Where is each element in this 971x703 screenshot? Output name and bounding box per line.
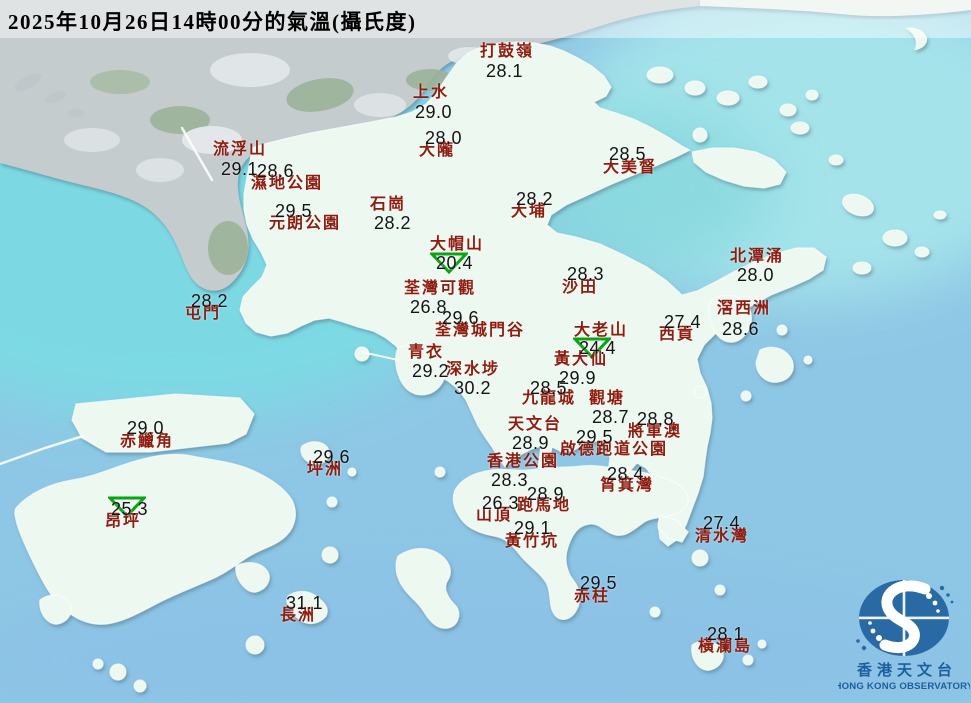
weather-station: 28.3沙田: [0, 0, 971, 700]
station-temperature-value[interactable]: 28.1: [486, 62, 523, 80]
station-temperature-value[interactable]: 29.5: [275, 202, 312, 220]
station-temperature-value[interactable]: 28.6: [722, 320, 759, 338]
weather-station: 28.1橫瀾島: [0, 0, 971, 700]
station-temperature-value[interactable]: 28.4: [607, 465, 644, 483]
station-temperature-value[interactable]: 29.6: [442, 309, 479, 327]
weather-station: 29.1黃竹坑: [0, 0, 971, 700]
station-temperature-value[interactable]: 28.5: [530, 379, 567, 397]
station-name-label[interactable]: 滘西洲: [717, 301, 771, 317]
weather-station: 28.5大美督: [0, 0, 971, 700]
weather-station: 28.6 滘西洲: [0, 0, 971, 700]
hko-logo-graphic: 香港天文台 HONG KONG OBSERVATORY: [838, 568, 970, 698]
weather-station: 31.1長洲: [0, 0, 971, 700]
station-temperature-value[interactable]: 28.7: [592, 408, 629, 426]
station-temperature-value[interactable]: 31.1: [286, 594, 323, 612]
weather-station: 29.2青衣: [0, 0, 971, 700]
station-temperature-value[interactable]: 28.6: [257, 162, 294, 180]
station-temperature-value[interactable]: 28.1: [707, 625, 744, 643]
station-temperature-value[interactable]: 28.8: [637, 410, 674, 428]
weather-station: 28.0大隴: [0, 0, 971, 700]
weather-station: 28.3香港公園: [0, 0, 971, 700]
stations-layer: 28.1 打鼓嶺 29.0 上水28.0大隴28.5大美督29.1 流浮山28.6濕地公…: [0, 0, 971, 700]
station-temperature-value[interactable]: 30.2: [454, 379, 491, 397]
station-name-label[interactable]: 大老山: [574, 323, 628, 339]
weather-station: 28.6濕地公園: [0, 0, 971, 700]
station-temperature-value[interactable]: 29.0: [127, 419, 164, 437]
station-name-label[interactable]: 觀塘: [589, 391, 625, 407]
logo-name-chinese: 香港天文台: [857, 661, 957, 679]
station-temperature-value[interactable]: 28.9: [527, 485, 564, 503]
weather-station: 29.6荃灣城門谷: [0, 0, 971, 700]
station-temperature-value[interactable]: 29.2: [412, 362, 449, 380]
station-temperature-value[interactable]: 27.4: [703, 514, 740, 532]
weather-station: 27.4西貢: [0, 0, 971, 700]
station-name-label[interactable]: 流浮山: [213, 142, 267, 158]
station-temperature-value[interactable]: 26.3: [482, 494, 519, 512]
weather-station: 29.5赤柱: [0, 0, 971, 700]
station-temperature-value[interactable]: 25.3: [111, 500, 148, 518]
weather-station: 27.4清水灣: [0, 0, 971, 700]
station-temperature-value[interactable]: 29.6: [313, 448, 350, 466]
station-name-label[interactable]: 石崗: [370, 197, 406, 213]
weather-station: 26.3山頂: [0, 0, 971, 700]
weather-station: 20.4大帽山: [0, 0, 971, 700]
station-temperature-value[interactable]: 29.5: [580, 574, 617, 592]
station-name-label[interactable]: 大帽山: [430, 237, 484, 253]
weather-station: 25.3昂坪: [0, 0, 971, 700]
station-temperature-value[interactable]: 28.0: [425, 129, 462, 147]
weather-station: 29.5啟德跑道公園: [0, 0, 971, 700]
hko-logo: 香港天文台 HONG KONG OBSERVATORY: [838, 568, 970, 698]
weather-station: 29.1 流浮山: [0, 0, 971, 700]
station-temperature-value[interactable]: 29.5: [576, 428, 613, 446]
station-temperature-value[interactable]: 29.1: [221, 160, 258, 178]
weather-station: 28.2大埔: [0, 0, 971, 700]
station-temperature-value[interactable]: 20.4: [436, 254, 473, 272]
weather-station: 28.2石崗: [0, 0, 971, 700]
station-name-label[interactable]: 天文台: [508, 417, 562, 433]
weather-station: 29.6坪洲: [0, 0, 971, 700]
station-temperature-value[interactable]: 27.4: [664, 313, 701, 331]
station-temperature-value[interactable]: 28.2: [191, 292, 228, 310]
weather-station: 29.0 上水: [0, 0, 971, 700]
temperature-map: 2025年10月26日14時00分的氣溫(攝氏度) 28.1打鼓嶺29.0上水2…: [0, 0, 971, 700]
weather-station: 24.4大老山: [0, 0, 971, 700]
weather-station: 28.2屯門: [0, 0, 971, 700]
station-name-label[interactable]: 香港公園: [487, 454, 559, 470]
weather-station: 28.5九龍城: [0, 0, 971, 700]
weather-station: 28.7觀塘: [0, 0, 971, 700]
weather-station: 28.4筲箕灣: [0, 0, 971, 700]
station-temperature-value[interactable]: 28.3: [491, 471, 528, 489]
weather-station: 28.1 打鼓嶺: [0, 0, 971, 700]
map-title: 2025年10月26日14時00分的氣溫(攝氏度): [8, 6, 417, 36]
station-temperature-value[interactable]: 28.9: [512, 434, 549, 452]
weather-station: 29.9黃大仙: [0, 0, 971, 700]
station-name-label[interactable]: 北潭涌: [730, 249, 784, 265]
logo-name-english: HONG KONG OBSERVATORY: [838, 681, 970, 692]
weather-station: 29.0赤鱲角: [0, 0, 971, 700]
station-name-label[interactable]: 深水埗: [446, 362, 500, 378]
weather-station: 26.8荃灣可觀: [0, 0, 971, 700]
weather-station: 29.5元朗公園: [0, 0, 971, 700]
station-name-label[interactable]: 上水: [413, 85, 449, 101]
station-temperature-value[interactable]: 28.2: [374, 214, 411, 232]
station-temperature-value[interactable]: 28.3: [567, 265, 604, 283]
station-temperature-value[interactable]: 29.1: [514, 519, 551, 537]
station-name-label[interactable]: 打鼓嶺: [480, 44, 534, 60]
station-name-label[interactable]: 荃灣可觀: [404, 281, 476, 297]
station-temperature-value[interactable]: 28.5: [609, 145, 646, 163]
station-temperature-value[interactable]: 28.2: [516, 190, 553, 208]
station-temperature-value[interactable]: 29.0: [415, 103, 452, 121]
station-name-label[interactable]: 青衣: [408, 345, 444, 361]
weather-station: 30.2深水埗: [0, 0, 971, 700]
weather-station: 28.8將軍澳: [0, 0, 971, 700]
weather-station: 28.9天文台: [0, 0, 971, 700]
weather-station: 28.9跑馬地: [0, 0, 971, 700]
station-temperature-value[interactable]: 24.4: [579, 339, 616, 357]
station-temperature-value[interactable]: 28.0: [737, 266, 774, 284]
weather-station: 28.0北潭涌: [0, 0, 971, 700]
